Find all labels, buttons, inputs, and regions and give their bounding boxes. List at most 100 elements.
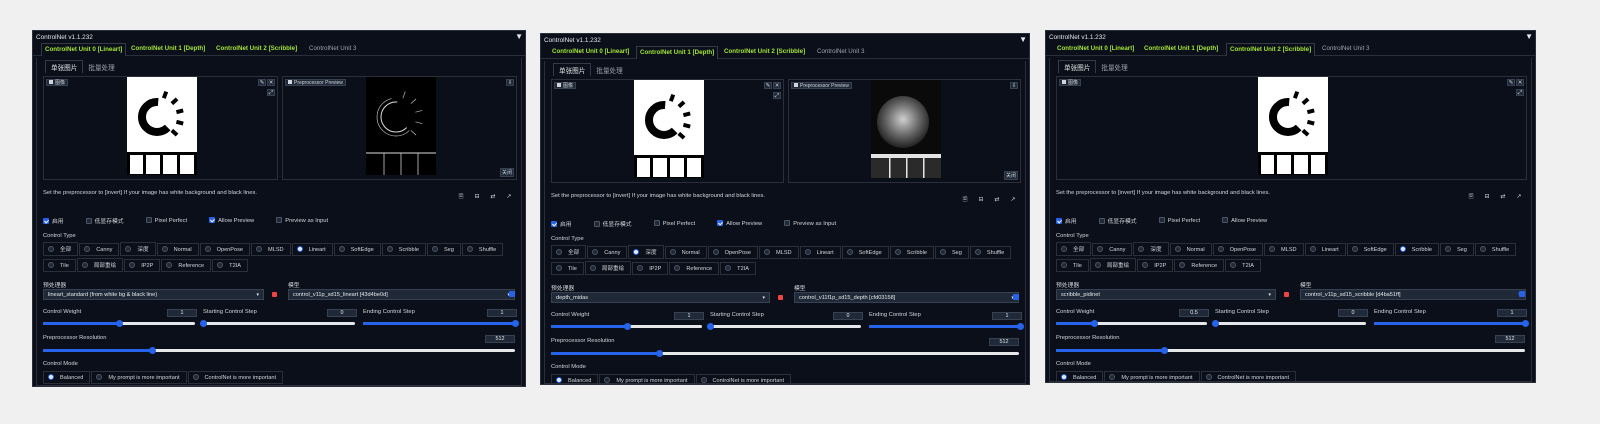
radio[interactable]: [1061, 374, 1067, 380]
resolution-number[interactable]: 512: [989, 338, 1019, 346]
radio[interactable]: [846, 249, 853, 255]
arrow-up-right-icon[interactable]: ↗: [1005, 196, 1021, 203]
checkbox[interactable]: [1158, 217, 1165, 223]
end-slider-handle[interactable]: [512, 320, 519, 327]
checkbox[interactable]: [784, 220, 791, 226]
control-type-option[interactable]: Seg: [426, 243, 461, 256]
brush-icon[interactable]: ✎: [764, 82, 772, 89]
camera-icon[interactable]: ⊟: [469, 193, 485, 200]
radio[interactable]: [466, 246, 473, 252]
control-type-option[interactable]: Tile: [43, 259, 76, 272]
checkbox-option[interactable]: 启用: [43, 216, 64, 225]
control-type-option[interactable]: 局部重绘: [584, 261, 632, 275]
radio[interactable]: [1061, 262, 1067, 268]
control-type-option[interactable]: Scribble: [1394, 243, 1439, 256]
checkbox-option[interactable]: Allow Preview: [1222, 217, 1267, 224]
radio[interactable]: [1217, 246, 1224, 252]
radio[interactable]: [1109, 374, 1116, 380]
control-type-option[interactable]: SoftEdge: [1346, 243, 1394, 256]
control-type-option[interactable]: SoftEdge: [841, 246, 889, 259]
radio[interactable]: [217, 262, 224, 268]
control-type-option[interactable]: OpenPose: [1212, 243, 1264, 256]
tab-unit-1[interactable]: ControlNet Unit 1 [Depth]: [128, 45, 208, 52]
preprocessor-dropdown[interactable]: lineart_standard (from white bg & black …: [43, 289, 264, 300]
control-mode-option[interactable]: My prompt is more important: [1104, 371, 1200, 382]
control-type-option[interactable]: Lineart: [799, 246, 841, 259]
resolution-slider[interactable]: [551, 350, 1019, 357]
radio[interactable]: [84, 246, 91, 252]
control-type-option[interactable]: Seg: [1439, 243, 1474, 256]
control-type-option[interactable]: 全部: [43, 242, 79, 256]
control-mode-option[interactable]: Balanced: [43, 371, 91, 384]
tab-unit-0[interactable]: ControlNet Unit 0 [Lineart]: [41, 43, 127, 56]
control-mode-option[interactable]: Balanced: [551, 374, 599, 384]
radio[interactable]: [725, 265, 732, 271]
weight-slider[interactable]: [1056, 320, 1207, 327]
model-dropdown[interactable]: control_v11p_sd15_lineart [43d4be0d]▾: [288, 289, 515, 300]
preview-close-button[interactable]: 关闭: [499, 168, 514, 177]
control-mode-option[interactable]: ControlNet is more important: [187, 371, 284, 384]
radio[interactable]: [894, 249, 901, 255]
radio[interactable]: [637, 265, 644, 271]
tab-batch[interactable]: 批量处理: [591, 64, 627, 76]
tab-batch[interactable]: 批量处理: [1096, 61, 1132, 73]
checkbox[interactable]: [85, 218, 92, 224]
run-preprocessor-icon[interactable]: [778, 295, 783, 300]
radio[interactable]: [1138, 246, 1145, 252]
radio[interactable]: [338, 246, 345, 252]
control-type-option[interactable]: Seg: [934, 246, 969, 259]
radio[interactable]: [256, 246, 263, 252]
radio[interactable]: [1230, 262, 1237, 268]
control-type-option[interactable]: Lineart: [1304, 243, 1346, 256]
tab-batch[interactable]: 批量处理: [83, 61, 119, 73]
control-type-option[interactable]: 全部: [551, 245, 587, 259]
image-input-box[interactable]: 图像 ✎ ✕ ⤢: [43, 76, 278, 180]
tab-unit-2[interactable]: ControlNet Unit 2 [Scribble]: [721, 48, 808, 55]
weight-number[interactable]: 1: [167, 309, 197, 317]
start-slider-handle[interactable]: [707, 323, 714, 330]
brush-icon[interactable]: ✎: [1507, 79, 1515, 86]
end-number[interactable]: 1: [487, 309, 517, 317]
checkbox-option[interactable]: 低显存模式: [85, 216, 124, 225]
radio[interactable]: [804, 249, 811, 255]
radio[interactable]: [1142, 262, 1149, 268]
end-slider-handle[interactable]: [1522, 320, 1529, 327]
radio[interactable]: [592, 249, 599, 255]
radio[interactable]: [48, 262, 54, 268]
tab-unit-1[interactable]: ControlNet Unit 1 [Depth]: [636, 46, 719, 59]
checkbox-option[interactable]: Pixel Perfect: [145, 217, 187, 224]
control-type-option[interactable]: Reference: [669, 262, 720, 275]
refresh-models-icon[interactable]: [1013, 294, 1019, 300]
radio[interactable]: [192, 374, 199, 380]
control-type-option[interactable]: 深度: [1133, 242, 1169, 256]
control-type-option[interactable]: Normal: [156, 243, 199, 256]
document-icon[interactable]: 🗎: [453, 192, 469, 202]
start-slider[interactable]: [707, 323, 861, 330]
control-type-option[interactable]: Canny: [587, 246, 628, 259]
tab-unit-0[interactable]: ControlNet Unit 0 [Lineart]: [549, 48, 632, 55]
control-type-option[interactable]: T2IA: [720, 262, 756, 275]
radio[interactable]: [48, 374, 54, 380]
start-slider-handle[interactable]: [200, 320, 207, 327]
control-type-option[interactable]: Tile: [551, 262, 584, 275]
document-icon[interactable]: 🗎: [1463, 192, 1479, 202]
preview-close-button[interactable]: 关闭: [1003, 171, 1018, 180]
end-slider[interactable]: [1374, 320, 1529, 327]
radio[interactable]: [1479, 246, 1486, 252]
control-type-option[interactable]: Canny: [1092, 243, 1133, 256]
tab-unit-0[interactable]: ControlNet Unit 0 [Lineart]: [1054, 45, 1137, 52]
close-icon[interactable]: ✕: [773, 82, 781, 89]
resolution-slider-handle[interactable]: [655, 350, 663, 357]
radio[interactable]: [589, 265, 596, 271]
checkbox[interactable]: [43, 218, 49, 224]
checkbox[interactable]: [653, 220, 660, 226]
radio[interactable]: [1061, 246, 1067, 252]
radio[interactable]: [1205, 374, 1212, 380]
resolution-slider[interactable]: [43, 347, 515, 354]
resolution-number[interactable]: 512: [1495, 335, 1525, 343]
weight-number[interactable]: 1: [674, 312, 704, 320]
image-input-box[interactable]: 图像 ✎ ✕ ⤢: [551, 79, 784, 183]
swap-icon[interactable]: ⇄: [485, 193, 501, 200]
checkbox-option[interactable]: 低显存模式: [1098, 216, 1137, 225]
control-type-option[interactable]: IP2P: [1137, 259, 1174, 272]
